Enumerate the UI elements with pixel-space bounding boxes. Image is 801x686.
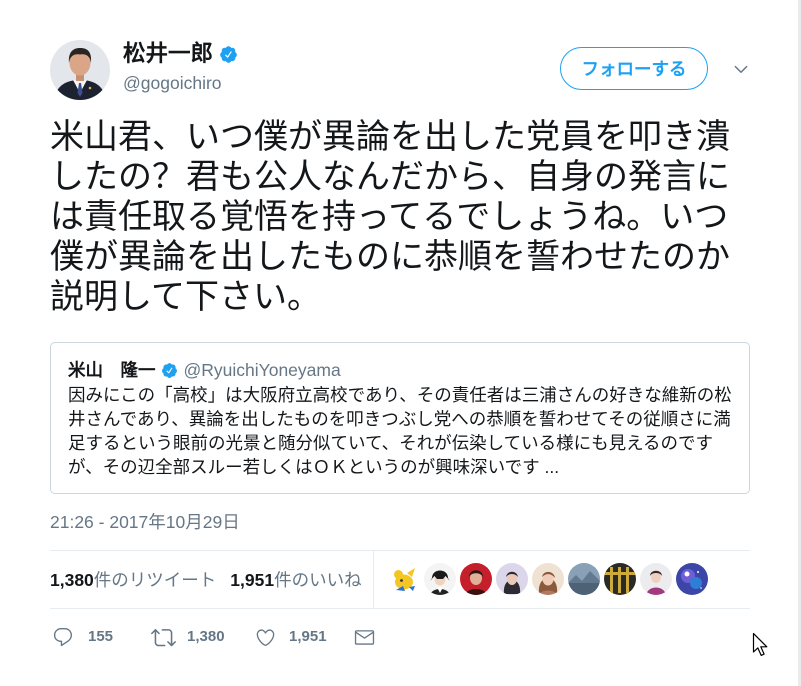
quoted-tweet-header: 米山 隆一 @RyuichiYoneyama (68, 359, 341, 381)
liker-avatar[interactable] (496, 563, 528, 595)
liker-avatar[interactable] (568, 563, 600, 595)
heart-icon (255, 627, 276, 648)
liker-avatar[interactable] (640, 563, 672, 595)
tweet-text-line: 米山君、いつ僕が異論を出した党員を叩き潰 (50, 118, 730, 156)
reply-count: 155 (88, 628, 114, 645)
mouse-cursor-icon (752, 632, 769, 657)
like-stat-label: 件のいいね (274, 570, 362, 590)
retweet-count: 1,380 (187, 628, 225, 645)
verified-badge-icon (219, 45, 238, 64)
like-count: 1,951 (289, 628, 327, 645)
tweet-text: 米山君、いつ僕が異論を出した党員を叩き潰 したの？君も公人なんだから、自身の発言… (50, 117, 730, 317)
liker-avatar[interactable] (604, 563, 636, 595)
author-handle[interactable]: @gogoichiro (123, 72, 222, 94)
tweet-text-line: 僕が異論を出したものに恭順を誓わせたのか (50, 238, 730, 276)
author-name[interactable]: 松井一郎 (123, 40, 213, 68)
retweet-stat[interactable]: 1,380 件のリツイート (50, 567, 216, 592)
quoted-text-line: が、その辺全部スルー若しくはＯＫというのが興味深いです ... (68, 457, 560, 477)
quoted-author-name: 米山 隆一 (68, 360, 156, 380)
quoted-tweet[interactable]: 米山 隆一 @RyuichiYoneyama 因みにこの「高校」は大阪府立高校で… (50, 342, 750, 494)
liker-avatar[interactable] (388, 563, 420, 595)
liker-avatar[interactable] (460, 563, 492, 595)
divider (50, 608, 750, 609)
retweet-icon (151, 625, 176, 650)
quoted-text-line: 足するという眼前の光景と随分似ていて、それが伝染している様にも見えるのです (68, 433, 714, 453)
like-stat[interactable]: 1,951 件のいいね (230, 567, 361, 592)
tweet-text-line: 説明して下さい。 (50, 278, 321, 316)
reply-icon (52, 626, 74, 648)
reply-button[interactable]: 155 (52, 624, 113, 650)
author-name-row: 松井一郎 (123, 40, 238, 68)
like-stat-count: 1,951 (230, 570, 275, 590)
retweet-stat-label: 件のリツイート (93, 570, 217, 590)
follow-button[interactable]: フォローする (560, 47, 708, 90)
direct-message-button[interactable] (354, 624, 375, 650)
follow-button-label: フォローする (581, 59, 687, 79)
liker-avatar[interactable] (676, 563, 708, 595)
quoted-author-handle: @RyuichiYoneyama (183, 360, 341, 380)
tweet-stats: 1,380 件のリツイート 1,951 件のいいね (50, 551, 362, 608)
tweet-text-line: したの？君も公人なんだから、自身の発言に (50, 158, 730, 196)
verified-badge-icon (161, 362, 178, 379)
quoted-text-line: 井さんであり、異論を出したものを叩きつぶし党への恭順を誓わせてその従順さに満 (68, 409, 731, 429)
author-avatar[interactable] (50, 40, 110, 100)
liker-avatar[interactable] (424, 563, 456, 595)
like-button[interactable]: 1,951 (255, 624, 327, 650)
envelope-icon (354, 627, 375, 648)
chevron-down-icon[interactable] (732, 60, 750, 78)
tweet-timestamp: 21:26 - 2017年10月29日 (50, 512, 240, 532)
retweet-stat-count: 1,380 (50, 570, 94, 590)
retweet-button[interactable]: 1,380 (151, 624, 225, 650)
quoted-text-line: 因みにこの「高校」は大阪府立高校であり、その責任者は三浦さんの好きな維新の松 (68, 385, 732, 405)
liker-avatar[interactable] (532, 563, 564, 595)
liker-avatar-row (388, 563, 712, 595)
quoted-tweet-text: 因みにこの「高校」は大阪府立高校であり、その責任者は三浦さんの好きな維新の松 井… (68, 383, 732, 479)
tweet-text-line: は責任取る覚悟を持ってるでしょうね。いつ (50, 198, 729, 236)
stats-divider (373, 551, 374, 608)
